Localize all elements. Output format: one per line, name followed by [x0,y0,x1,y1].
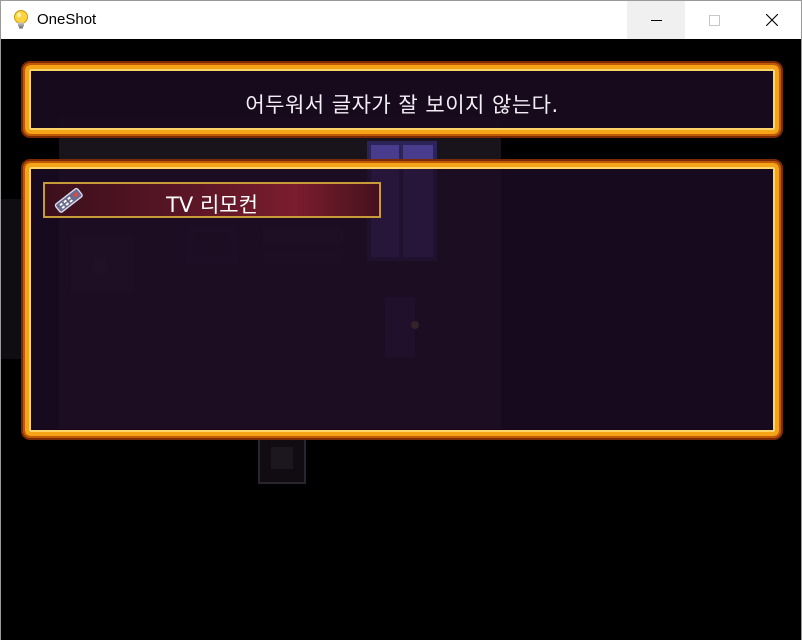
game-viewport[interactable]: 어두워서 글자가 잘 보이지 않는다. TV 리모컨 [1,39,801,640]
message-text: 어두워서 글자가 잘 보이지 않는다. [245,93,559,117]
close-button[interactable] [743,1,801,39]
title-bar[interactable]: OneShot [1,1,801,39]
message-window: 어두워서 글자가 잘 보이지 않는다. [23,63,781,136]
maximize-icon [708,11,720,30]
lightbulb-icon [13,10,29,30]
item-window: TV 리모컨 [23,161,781,438]
app-window: OneShot 어두워서 글자가 잘 보이지 않는다. TV 리모컨 [0,0,802,640]
minimize-button[interactable] [627,1,685,39]
inventory-item-selected[interactable]: TV 리모컨 [43,182,381,218]
close-icon [765,11,779,30]
inventory-item-label: TV 리모컨 [166,193,258,217]
window-title: OneShot [37,11,97,28]
minimize-icon [650,11,662,30]
maximize-button[interactable] [685,1,743,39]
